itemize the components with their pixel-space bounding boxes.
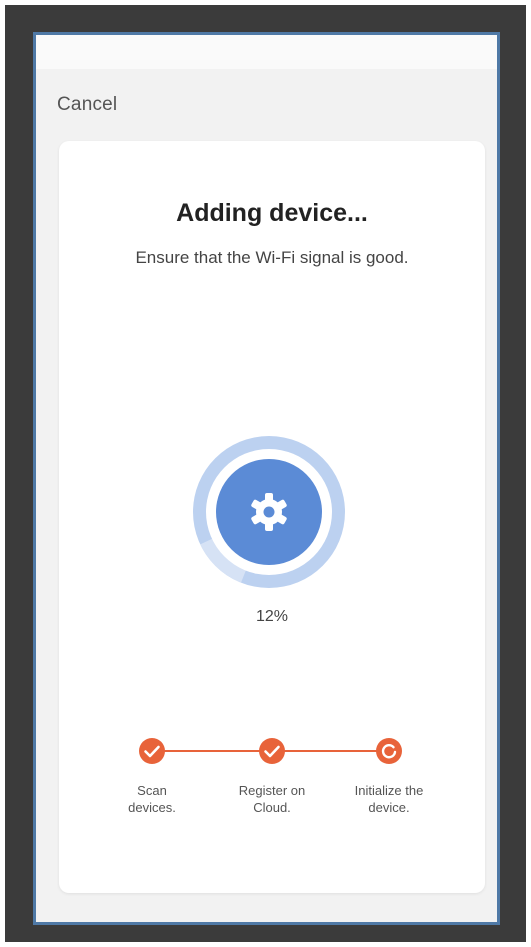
step-tracker xyxy=(139,738,402,764)
app-screen: Cancel Adding device... Ensure that the … xyxy=(33,32,500,925)
adding-device-card: Adding device... Ensure that the Wi-Fi s… xyxy=(59,141,485,893)
page-title: Adding device... xyxy=(176,199,368,227)
step-label-line: Scan xyxy=(137,783,167,798)
cancel-button[interactable]: Cancel xyxy=(57,94,117,116)
status-bar xyxy=(36,35,497,69)
step-label-line: device. xyxy=(368,800,410,815)
progress-percent: 12% xyxy=(255,608,289,625)
step-label-line: devices. xyxy=(128,800,176,815)
step-label-scan: Scan devices. xyxy=(92,782,212,816)
step-3-indicator xyxy=(376,738,402,764)
step-label-line: Register on xyxy=(238,783,306,798)
step-label-line: Initialize the xyxy=(354,783,424,798)
step-1-indicator xyxy=(139,738,165,764)
step-label-initialize: Initialize the device. xyxy=(329,782,449,816)
step-label-register: Register on Cloud. xyxy=(212,782,332,816)
step-2-indicator xyxy=(259,738,285,764)
progress-ring xyxy=(193,436,345,588)
wifi-hint-text: Ensure that the Wi-Fi signal is good. xyxy=(135,248,409,267)
step-label-line: Cloud. xyxy=(253,800,291,815)
